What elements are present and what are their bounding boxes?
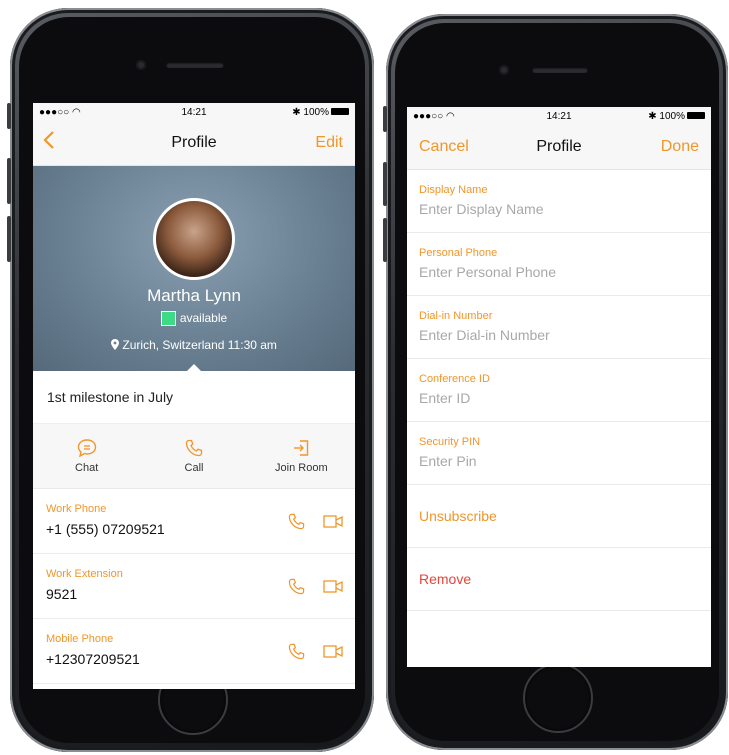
phone-icon — [185, 439, 203, 456]
cancel-button[interactable]: Cancel — [419, 138, 469, 156]
right-phone-frame: ●●●○○ ◠ 14:21 ✱ 100% Cancel Profile Done… — [383, 14, 728, 750]
action-bar: Chat Call Join Room — [33, 424, 355, 489]
mobile-phone-label: Mobile Phone — [46, 633, 114, 645]
battery-indicator: ✱ 100% — [292, 107, 349, 118]
security-pin-input[interactable]: Enter Pin — [419, 453, 477, 469]
battery-icon — [687, 112, 705, 120]
front-camera — [499, 65, 509, 75]
contact-row-mobile-phone[interactable]: Mobile Phone +12307209521 — [33, 619, 355, 684]
left-phone-frame: ●●●○○ ◠ 14:21 ✱ 100% Profile Edit Martha… — [7, 8, 374, 752]
home-button[interactable] — [523, 663, 593, 733]
nav-bar: Cancel Profile Done — [407, 125, 711, 170]
field-label: Personal Phone — [419, 247, 498, 259]
call-label: Call — [184, 461, 204, 474]
contact-name: Martha Lynn — [147, 286, 241, 305]
left-phone-bezel: ●●●○○ ◠ 14:21 ✱ 100% Profile Edit Martha… — [19, 17, 365, 743]
dial-in-number-input[interactable]: Enter Dial-in Number — [419, 327, 550, 343]
mobile-phone-value: +12307209521 — [46, 651, 140, 667]
presence-label: available — [179, 311, 228, 325]
back-button[interactable] — [33, 130, 55, 156]
phone-icon[interactable] — [288, 578, 305, 595]
phone-icon[interactable] — [288, 643, 305, 660]
chevron-left-icon — [43, 131, 54, 149]
earpiece-speaker — [532, 67, 588, 73]
field-label: Conference ID — [419, 373, 490, 385]
volume-down-button — [383, 218, 387, 262]
display-name-input[interactable]: Enter Display Name — [419, 201, 544, 217]
contact-row-work-extension[interactable]: Work Extension 9521 — [33, 554, 355, 619]
battery-icon — [331, 108, 349, 116]
battery-indicator: ✱ 100% — [648, 111, 705, 122]
work-extension-value: 9521 — [46, 586, 78, 602]
work-extension-label: Work Extension — [46, 568, 123, 580]
conference-id-field[interactable]: Conference ID Enter ID — [407, 359, 711, 422]
nav-bar: Profile Edit — [33, 121, 355, 166]
front-camera — [136, 60, 146, 70]
personal-phone-field[interactable]: Personal Phone Enter Personal Phone — [407, 233, 711, 296]
wifi-icon: ◠ — [445, 110, 455, 122]
left-screen: ●●●○○ ◠ 14:21 ✱ 100% Profile Edit Martha… — [33, 103, 355, 689]
video-call-icon[interactable] — [323, 515, 343, 528]
chat-bubble-icon — [77, 438, 96, 457]
bluetooth-icon: ✱ — [648, 110, 657, 122]
presence-status: available — [33, 311, 355, 327]
work-phone-value: +1 (555) 07209521 — [46, 521, 165, 537]
video-call-icon[interactable] — [323, 645, 343, 658]
phone-icon[interactable] — [288, 513, 305, 530]
volume-up-button — [383, 162, 387, 206]
profile-header: Martha Lynn available Zurich, Switzerlan… — [33, 166, 355, 372]
join-room-label: Join Room — [275, 461, 328, 474]
security-pin-field[interactable]: Security PIN Enter Pin — [407, 422, 711, 485]
call-action[interactable]: Call — [140, 424, 247, 488]
avatar[interactable] — [153, 198, 235, 280]
volume-up-button — [7, 158, 11, 204]
edit-button[interactable]: Edit — [315, 134, 343, 152]
work-phone-label: Work Phone — [46, 503, 107, 515]
location-text: Zurich, Switzerland 11:30 am — [122, 338, 277, 352]
video-call-icon[interactable] — [323, 580, 343, 593]
chat-label: Chat — [75, 461, 99, 474]
right-screen: ●●●○○ ◠ 14:21 ✱ 100% Cancel Profile Done… — [407, 107, 711, 667]
field-label: Security PIN — [419, 436, 481, 448]
mute-switch — [383, 106, 387, 132]
dial-in-number-field[interactable]: Dial-in Number Enter Dial-in Number — [407, 296, 711, 359]
remove-button[interactable]: Remove — [407, 548, 711, 611]
unsubscribe-button[interactable]: Unsubscribe — [407, 485, 711, 548]
contact-row-work-phone[interactable]: Work Phone +1 (555) 07209521 — [33, 489, 355, 554]
page-title: Profile — [171, 134, 217, 151]
location: Zurich, Switzerland 11:30 am — [33, 338, 355, 352]
display-name-field[interactable]: Display Name Enter Display Name — [407, 170, 711, 233]
status-message: 1st milestone in July — [33, 371, 355, 424]
signal-wifi: ●●●○○ ◠ — [413, 110, 455, 122]
wifi-icon: ◠ — [71, 106, 81, 118]
join-room-icon — [294, 439, 309, 456]
field-label: Dial-in Number — [419, 310, 493, 322]
field-label: Display Name — [419, 184, 488, 196]
right-phone-bezel: ●●●○○ ◠ 14:21 ✱ 100% Cancel Profile Done… — [395, 23, 719, 741]
earpiece-speaker — [166, 62, 224, 68]
chat-action[interactable]: Chat — [33, 424, 140, 488]
header-pointer — [186, 364, 202, 372]
join-room-action[interactable]: Join Room — [248, 424, 355, 488]
status-bar: ●●●○○ ◠ 14:21 ✱ 100% — [33, 103, 355, 121]
conference-id-input[interactable]: Enter ID — [419, 390, 470, 406]
done-button[interactable]: Done — [661, 138, 699, 156]
bluetooth-icon: ✱ — [292, 106, 301, 118]
mute-switch — [7, 103, 11, 129]
volume-down-button — [7, 216, 11, 262]
location-pin-icon — [111, 339, 120, 350]
signal-wifi: ●●●○○ ◠ — [39, 106, 81, 118]
status-bar: ●●●○○ ◠ 14:21 ✱ 100% — [407, 107, 711, 125]
presence-indicator-icon — [160, 311, 176, 327]
personal-phone-input[interactable]: Enter Personal Phone — [419, 264, 556, 280]
